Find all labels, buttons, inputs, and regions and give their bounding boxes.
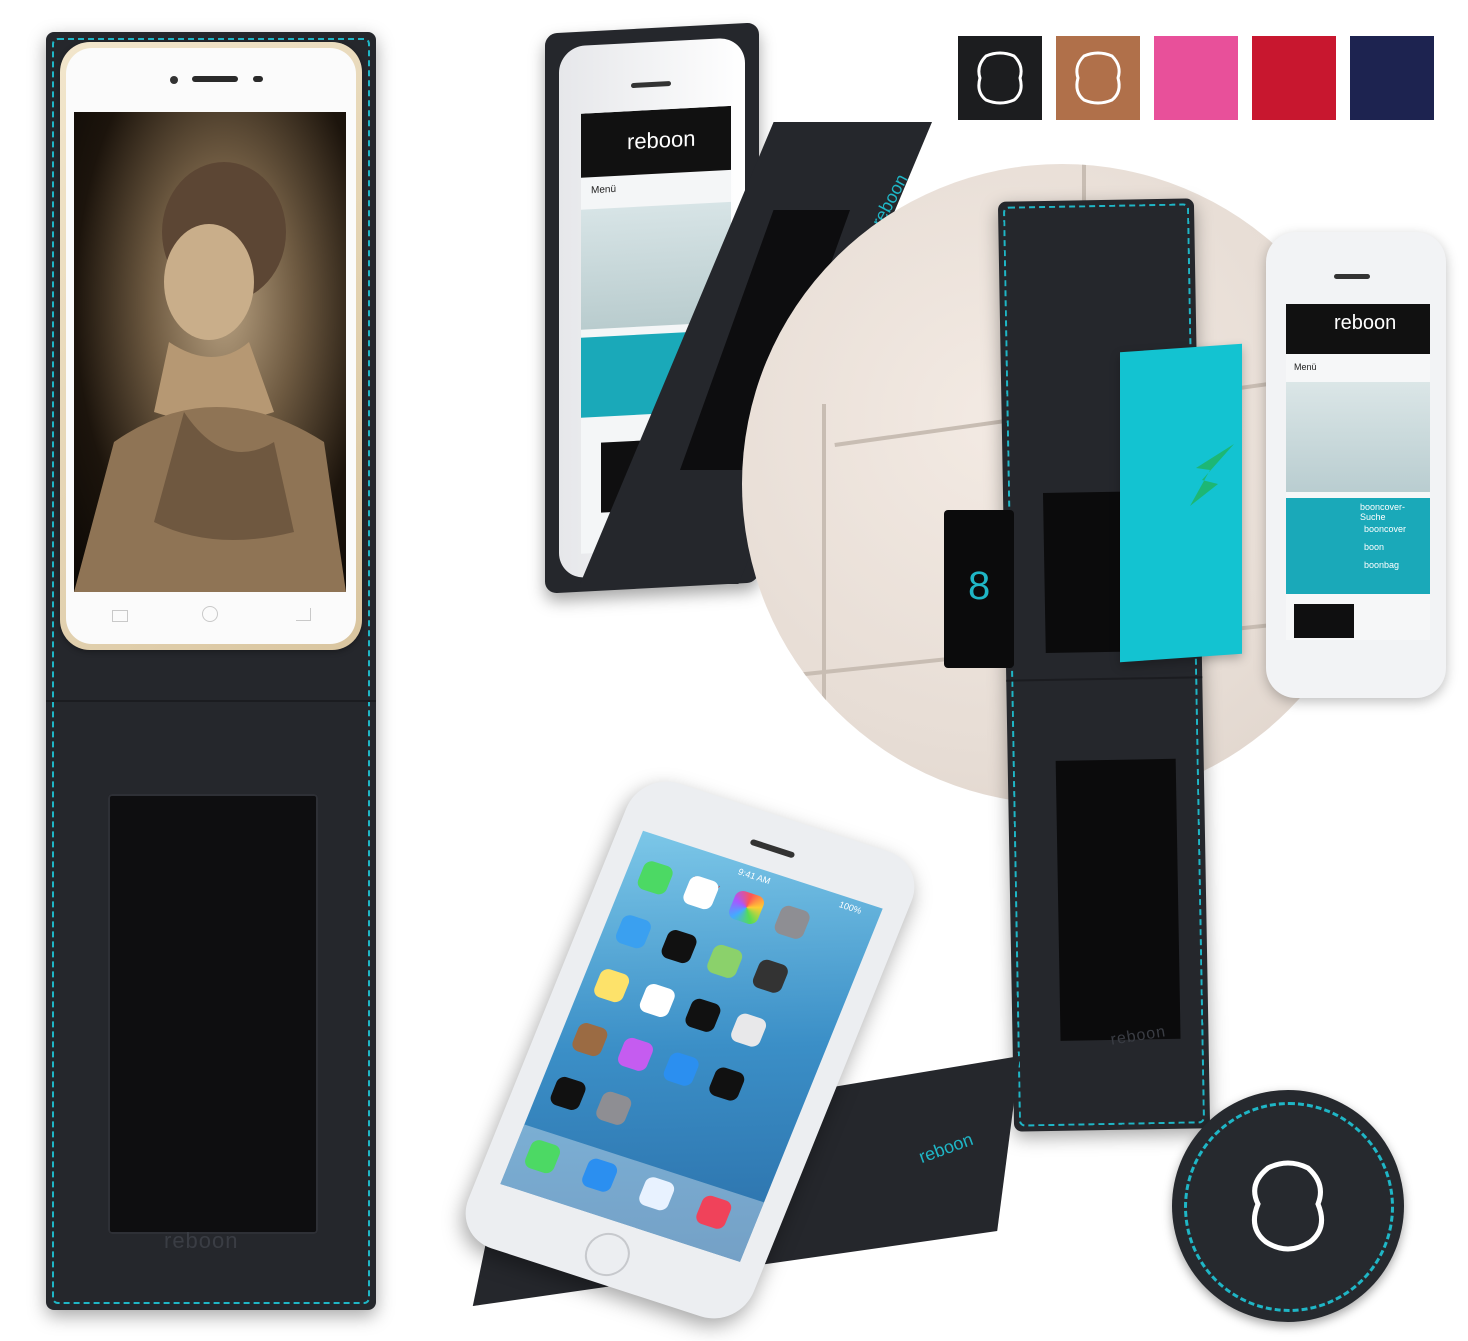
left-phone-return-icon bbox=[296, 608, 311, 621]
swatch-pink[interactable] bbox=[1154, 36, 1238, 120]
reminders-app-icon[interactable] bbox=[637, 981, 678, 1020]
right-phone-menu-label[interactable]: Menü bbox=[1294, 362, 1317, 372]
photos-app-icon[interactable] bbox=[726, 888, 767, 927]
left-phone bbox=[60, 42, 362, 650]
top-phone-site-logo: reboon bbox=[627, 125, 696, 155]
stand-phone-status-battery: 100% bbox=[837, 899, 864, 916]
newsstand-app-icon[interactable] bbox=[569, 1020, 610, 1059]
weather-app-icon[interactable] bbox=[613, 913, 654, 951]
swatch-red[interactable] bbox=[1252, 36, 1336, 120]
left-phone-home-icon[interactable] bbox=[202, 606, 218, 622]
green-arrow-icon bbox=[1182, 440, 1242, 510]
portrait-illustration bbox=[74, 162, 346, 592]
left-phone-screen bbox=[74, 112, 346, 592]
compass-app-icon[interactable] bbox=[548, 1074, 588, 1113]
leather-badge bbox=[1172, 1090, 1404, 1322]
right-phone-speaker-icon bbox=[1334, 274, 1370, 279]
right-phone-site-logo: reboon bbox=[1334, 312, 1397, 334]
stand-phone-status-time: 9:41 AM bbox=[736, 866, 772, 887]
right-phone: reboon Menü booncover-Suche booncover bo… bbox=[1266, 232, 1446, 698]
stand-phone-speaker-icon bbox=[749, 838, 796, 859]
camera-app-icon[interactable] bbox=[772, 903, 813, 941]
right-phone-link[interactable]: booncover bbox=[1356, 520, 1430, 538]
right-phone-search-label[interactable]: booncover-Suche bbox=[1360, 502, 1430, 522]
leather-icon bbox=[977, 51, 1023, 105]
left-cover-logo: reboon bbox=[164, 1228, 239, 1253]
itunes-store-app-icon[interactable] bbox=[615, 1035, 656, 1073]
messages-app-icon[interactable] bbox=[635, 859, 676, 897]
game-center-app-icon[interactable] bbox=[728, 1011, 769, 1049]
adhesive-pad: 8 bbox=[944, 510, 1014, 668]
adhesive-pad-logo-icon: 8 bbox=[968, 564, 991, 608]
right-phone-screen: reboon Menü booncover-Suche booncover bo… bbox=[1286, 304, 1430, 640]
videos-app-icon[interactable] bbox=[750, 957, 791, 995]
top-phone-menu-label[interactable]: Menü bbox=[591, 184, 616, 196]
left-phone-speaker-icon bbox=[192, 76, 238, 82]
notes-app-icon[interactable] bbox=[591, 967, 632, 1005]
left-cover-velcro-pad bbox=[108, 794, 318, 1234]
stand-phone-home-button[interactable] bbox=[578, 1227, 637, 1282]
swatch-navy[interactable] bbox=[1350, 36, 1434, 120]
passbook-app-icon[interactable] bbox=[706, 1065, 747, 1103]
swatch-brown-leather[interactable] bbox=[1056, 36, 1140, 120]
left-cover-fold bbox=[46, 700, 376, 702]
left-phone-sensor-icon bbox=[253, 76, 263, 82]
right-phone-link[interactable]: boon bbox=[1356, 538, 1430, 556]
left-phone-camera-icon bbox=[170, 76, 178, 84]
wall-cover-velcro-lower bbox=[1055, 758, 1181, 1041]
swatch-black-leather[interactable] bbox=[958, 36, 1042, 120]
wall-cover-panel: reboon bbox=[997, 198, 1211, 1132]
leather-icon bbox=[1075, 51, 1121, 105]
left-phone-back-icon bbox=[112, 610, 128, 622]
app-store-app-icon[interactable] bbox=[661, 1050, 702, 1088]
calendar-app-icon[interactable] bbox=[680, 874, 721, 912]
maps-app-icon[interactable] bbox=[704, 942, 745, 980]
stocks-app-icon[interactable] bbox=[683, 996, 723, 1034]
settings-app-icon[interactable] bbox=[593, 1089, 634, 1127]
leather-icon bbox=[1251, 1160, 1325, 1252]
right-phone-link[interactable]: boonbag bbox=[1356, 556, 1430, 574]
clock-app-icon[interactable] bbox=[659, 927, 699, 966]
